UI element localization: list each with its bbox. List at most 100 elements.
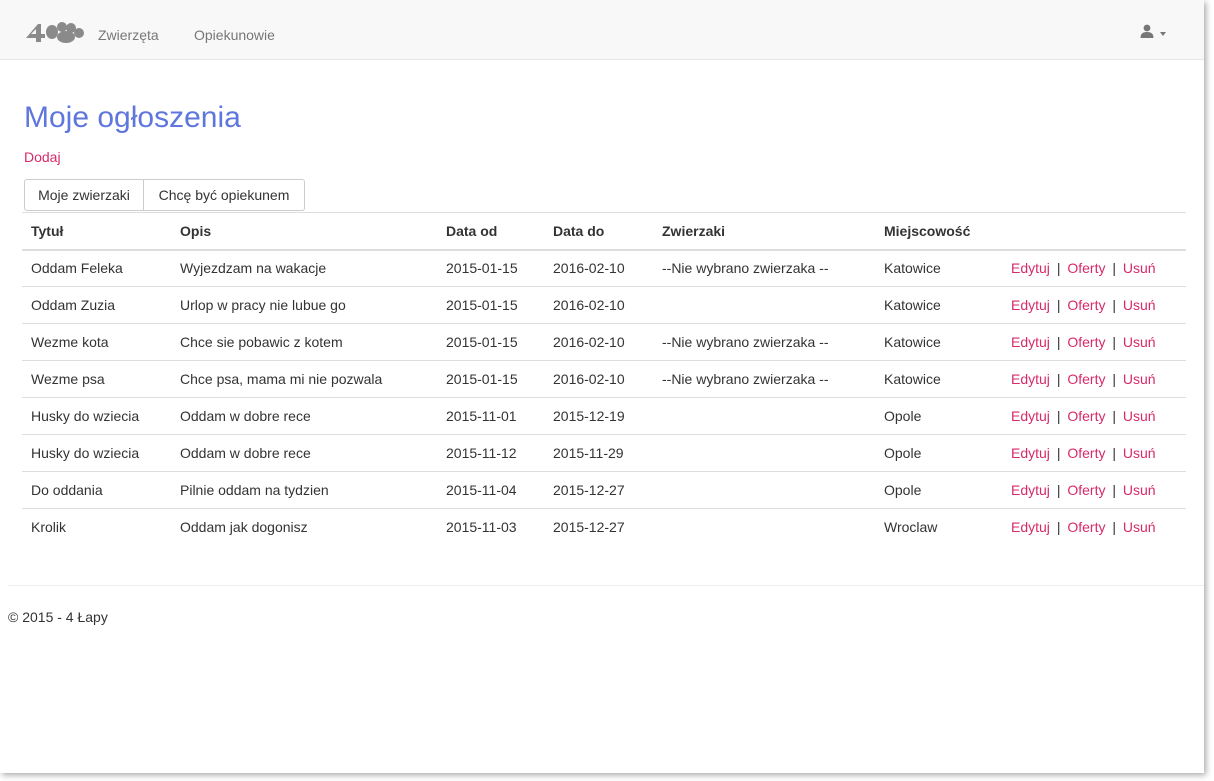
offers-link[interactable]: Oferty [1067,260,1105,276]
table-row: Husky do wziecia Oddam w dobre rece 2015… [22,434,1186,472]
cell-description: Chce psa, mama mi nie pozwala [171,360,437,398]
app-window: Zwierzęta Opiekunowie Moje ogłoszenia Do… [0,0,1204,773]
table-header-row: Tytuł Opis Data od Data do Zwierzaki Mie… [22,212,1186,251]
separator: | [1112,408,1116,424]
table-row: Krolik Oddam jak dogonisz 2015-11-03 201… [22,509,1186,546]
cell-title: Do oddania [22,471,171,509]
separator: | [1112,519,1116,536]
delete-link[interactable]: Usuń [1123,445,1156,461]
cell-actions: Edytuj | Oferty | Usuń [1002,509,1186,546]
cell-actions: Edytuj | Oferty | Usuń [1002,397,1186,435]
tab-want-caretaker[interactable]: Chcę być opiekunem [144,179,305,211]
cell-animals: --Nie wybrano zwierzaka -- [653,323,875,361]
edit-link[interactable]: Edytuj [1011,334,1050,350]
delete-link[interactable]: Usuń [1123,297,1156,313]
cell-date-from: 2015-01-15 [437,249,544,287]
add-link[interactable]: Dodaj [24,149,61,165]
cell-date-from: 2015-01-15 [437,286,544,324]
paw-logo-icon[interactable] [24,20,86,44]
cell-title: Wezme psa [22,360,171,398]
delete-link[interactable]: Usuń [1123,519,1156,535]
separator: | [1056,445,1061,461]
offers-link[interactable]: Oferty [1067,371,1105,387]
ads-table: Tytuł Opis Data od Data do Zwierzaki Mie… [22,212,1186,546]
edit-link[interactable]: Edytuj [1011,482,1050,498]
cell-city: Katowice [875,286,1002,324]
separator: | [1056,297,1061,313]
cell-date-to: 2015-12-27 [553,519,625,536]
cell-city: Katowice [875,360,1002,398]
caret-down-icon [1160,32,1166,36]
offers-link[interactable]: Oferty [1067,445,1105,461]
edit-link[interactable]: Edytuj [1011,371,1050,387]
separator: | [1112,334,1116,350]
cell-date-from: 2015-01-15 [437,323,544,361]
nav-link-caretakers[interactable]: Opiekunowie [194,27,275,43]
edit-link[interactable]: Edytuj [1011,519,1050,535]
separator: | [1056,371,1061,387]
nav-link-animals[interactable]: Zwierzęta [98,27,159,43]
cell-title: Husky do wziecia [22,434,171,472]
footer-divider [8,585,1204,586]
edit-link[interactable]: Edytuj [1011,445,1050,461]
offers-link[interactable]: Oferty [1067,297,1105,313]
separator: | [1056,260,1061,277]
header-description: Opis [171,212,437,251]
table-row: Oddam Feleka Wyjezdzam na wakacje 2015-0… [22,249,1186,287]
cell-date-from: 2015-11-01 [437,397,544,435]
edit-link[interactable]: Edytuj [1011,408,1050,424]
cell-city: Wroclaw [884,519,938,536]
cell-actions: Edytuj | Oferty | Usuń [1002,471,1186,509]
table-row: Do oddania Pilnie oddam na tydzien 2015-… [22,471,1186,509]
separator: | [1112,260,1116,277]
delete-link[interactable]: Usuń [1123,482,1156,498]
tab-group: Moje zwierzaki Chcę być opiekunem [24,179,305,211]
cell-date-from: 2015-11-03 [446,519,517,536]
cell-date-to: 2016-02-10 [544,323,653,361]
cell-city: Katowice [875,323,1002,361]
separator: | [1112,445,1116,461]
user-icon [1140,24,1154,38]
cell-description: Oddam w dobre rece [171,434,437,472]
cell-title: Wezme kota [22,323,171,361]
offers-link[interactable]: Oferty [1067,334,1105,350]
separator: | [1112,371,1116,387]
cell-city: Opole [875,471,1002,509]
offers-link[interactable]: Oferty [1067,408,1105,424]
cell-actions: Edytuj | Oferty | Usuń [1002,249,1186,287]
cell-title: Oddam Feleka [22,249,171,287]
cell-actions: Edytuj | Oferty | Usuń [1002,434,1186,472]
delete-link[interactable]: Usuń [1123,334,1156,350]
table-row: Wezme psa Chce psa, mama mi nie pozwala … [22,360,1186,398]
cell-date-to: 2016-02-10 [544,360,653,398]
cell-animals [653,397,875,435]
edit-link[interactable]: Edytuj [1011,260,1050,276]
footer-copyright: © 2015 - 4 Łapy [8,609,108,625]
offers-link[interactable]: Oferty [1067,482,1105,498]
table-row: Husky do wziecia Oddam w dobre rece 2015… [22,397,1186,435]
cell-animals [653,471,875,509]
cell-actions: Edytuj | Oferty | Usuń [1002,360,1186,398]
cell-description: Wyjezdzam na wakacje [171,249,437,287]
cell-date-from: 2015-11-12 [437,434,544,472]
user-menu[interactable] [1140,24,1174,44]
separator: | [1112,482,1116,498]
cell-actions: Edytuj | Oferty | Usuń [1002,323,1186,361]
delete-link[interactable]: Usuń [1123,371,1156,387]
cell-date-to: 2015-12-19 [544,397,653,435]
cell-title: Oddam Zuzia [22,286,171,324]
cell-animals [653,509,875,546]
offers-link[interactable]: Oferty [1067,519,1105,535]
tab-my-animals[interactable]: Moje zwierzaki [24,179,144,211]
delete-link[interactable]: Usuń [1123,408,1156,424]
header-date-to: Data do [544,212,653,251]
cell-title: Krolik [31,519,67,536]
edit-link[interactable]: Edytuj [1011,297,1050,313]
cell-description: Chce sie pobawic z kotem [171,323,437,361]
separator: | [1056,408,1061,424]
cell-date-to: 2016-02-10 [544,249,653,287]
delete-link[interactable]: Usuń [1123,260,1156,276]
header-title: Tytuł [22,212,171,251]
cell-title: Husky do wziecia [22,397,171,435]
page-title: Moje ogłoszenia [24,101,241,134]
